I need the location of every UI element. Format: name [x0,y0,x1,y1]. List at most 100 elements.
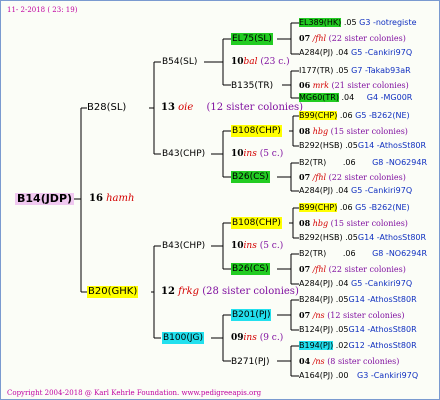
gen2-num-2: 12 [161,286,175,297]
gen5-year: .04 [335,279,349,288]
gen2-sis-2: (28 sister colonies) [202,286,299,297]
gen5-name: /fhl [312,265,327,274]
gen5-row-21: B124(PJ) .05G14 -AthosSt80R [299,324,417,336]
gen5-year: .06 [342,158,356,167]
gen5-row-10: B2(TR) .06 G8 -NO6294R [299,157,427,169]
gen5-queen: MG60(TR) [299,93,339,102]
gen5-year: .06 [342,249,356,258]
gen5-row-8: 08 hbg (15 sister colonies) [299,125,408,138]
gen5-name: hbg [312,127,329,136]
gen5-year: .06 [339,203,353,212]
gen4-queen-5: B26(CS) [231,263,270,275]
gen5-row-6: MG60(TR) .04 G4 -MG00R [299,92,412,104]
pedigree-chart: 11- 2-2018 ( 23: 19) B14(JDP) 16 hamh B2… [0,0,440,400]
gen5-row-14: 08 hbg (15 sister colonies) [299,217,408,230]
gen5-breeder: G5 -Cankiri97Q [351,186,413,195]
gen3-info-3: 10ins (5 c.) [231,240,283,252]
gen3-num-2: 10 [231,149,244,159]
gen3-info-1: 10bal (23 c.) [231,56,290,68]
gen5-num: 07 [299,310,311,320]
gen5-breeder: G5 -Cankiri97Q [351,48,413,57]
gen2-name-1: oie [178,102,194,113]
gen3-num-4: 09 [231,333,244,343]
gen3-sis-2: (5 c.) [259,149,284,159]
gen5-num: 07 [299,172,311,182]
gen5-row-16: B2(TR) .06 G8 -NO6294R [299,248,427,260]
gen5-name: /fhl [312,34,327,43]
gen5-queen: B2(TR) [299,249,327,258]
gen5-num: 06 [299,80,311,90]
gen5-breeder: G14 -AthosSt80R [348,295,417,304]
gen2-num-1: 13 [161,102,175,113]
gen5-sis: (12 sister colonies) [327,311,405,320]
gen5-row-1: EL389(HK) .05 G3 -notregiste [299,17,417,29]
gen4-queen-6: B201(PJ) [231,309,272,321]
gen5-row-12: A284(PJ) .04 G5 -Cankiri97Q [299,185,412,197]
gen3-info-4: 09ins (9 c.) [231,332,283,344]
gen5-breeder: G5 -Cankiri97Q [351,279,413,288]
gen5-num: 07 [299,33,311,43]
header-date: 11- 2-2018 ( 23: 19) [7,6,78,14]
gen5-row-11: 07 /fhl (22 sister colonies) [299,171,406,184]
gen5-queen: I177(TR) [299,66,334,75]
gen5-queen: A164(PJ) [299,371,334,380]
gen5-queen: B99(CHP) [299,203,338,212]
gen3-name-4: ins [243,333,257,343]
root-queen: B14(JDP) [15,192,75,205]
gen5-year: .00 [335,371,349,380]
gen5-queen: B194(PJ) [299,341,334,350]
footer-copyright: Copyright 2004-2018 @ Karl Kehrle Founda… [7,389,262,397]
gen5-num: 04 [299,356,311,366]
gen5-queen: B124(PJ) [299,325,334,334]
gen2-queen-1: B28(SL) [87,102,127,113]
gen3-sis-3: (5 c.) [259,241,284,251]
gen3-queen-b135: B135(TR) [231,81,274,91]
gen5-breeder: G14 -AthosSt80R [357,141,427,150]
gen3-sis-1: (23 c.) [260,57,290,67]
gen5-queen: B284(PJ) [299,295,334,304]
gen5-queen: B292(HSB) [299,141,343,150]
gen5-year: .04 [341,93,355,102]
gen3-queen-4: B100(JG) [162,332,205,344]
gen2-queen-2: B20(GHK) [87,286,139,298]
gen5-year: .05 [335,66,349,75]
gen5-sis: (22 sister colonies) [328,34,406,43]
gen5-row-13: B99(CHP) .06 G5 -B262(NE) [299,202,410,214]
gen5-num: 08 [299,218,311,228]
gen5-year: .05 [343,18,357,27]
gen4-queen-3: B26(CS) [231,171,270,183]
gen3-name-1: bal [243,57,258,67]
gen4-queen-2: B108(CHP) [231,125,282,137]
gen5-row-2: 07 /fhl (22 sister colonies) [299,32,406,45]
gen5-num: 07 [299,264,311,274]
gen3-queen-3: B43(CHP) [162,241,206,251]
gen5-sis: (8 sister colonies) [327,357,400,366]
gen5-sis: (22 sister colonies) [328,173,406,182]
gen2-sis-1: (12 sister colonies) [206,102,304,113]
gen5-queen: A284(PJ) [299,279,334,288]
gen5-year: .05 [345,233,358,242]
root-gen-number: 16 [89,193,103,204]
gen2-info-1: 13 oie (12 sister colonies) [161,102,303,114]
gen5-queen: B2(TR) [299,158,327,167]
gen5-breeder: G12 -AthosSt80R [348,341,417,350]
gen4-queen-4: B108(CHP) [231,217,282,229]
gen5-row-23: 04 /ns (8 sister colonies) [299,355,399,368]
gen5-queen: A284(PJ) [299,186,334,195]
gen5-queen: A284(PJ) [299,48,334,57]
gen5-breeder: G7 -Takab93aR [351,66,411,75]
gen3-name-2: ins [243,149,257,159]
gen5-name: mrk [312,81,329,90]
gen3-num-3: 10 [231,241,244,251]
gen5-num: 08 [299,126,311,136]
root-generation: 16 hamh [89,193,134,205]
gen3-name-3: ins [243,241,257,251]
gen5-row-7: B99(CHP) .06 G5 -B262(NE) [299,110,410,122]
gen5-name: /ns [312,357,325,366]
gen5-name: /ns [312,311,325,320]
gen5-breeder: G5 -B262(NE) [355,203,410,212]
gen4-queen-1: EL75(SL) [231,33,273,45]
gen5-row-20: 07 /ns (12 sister colonies) [299,309,404,322]
gen5-row-3: A284(PJ) .04 G5 -Cankiri97Q [299,47,412,59]
gen5-year: .05 [345,141,358,150]
